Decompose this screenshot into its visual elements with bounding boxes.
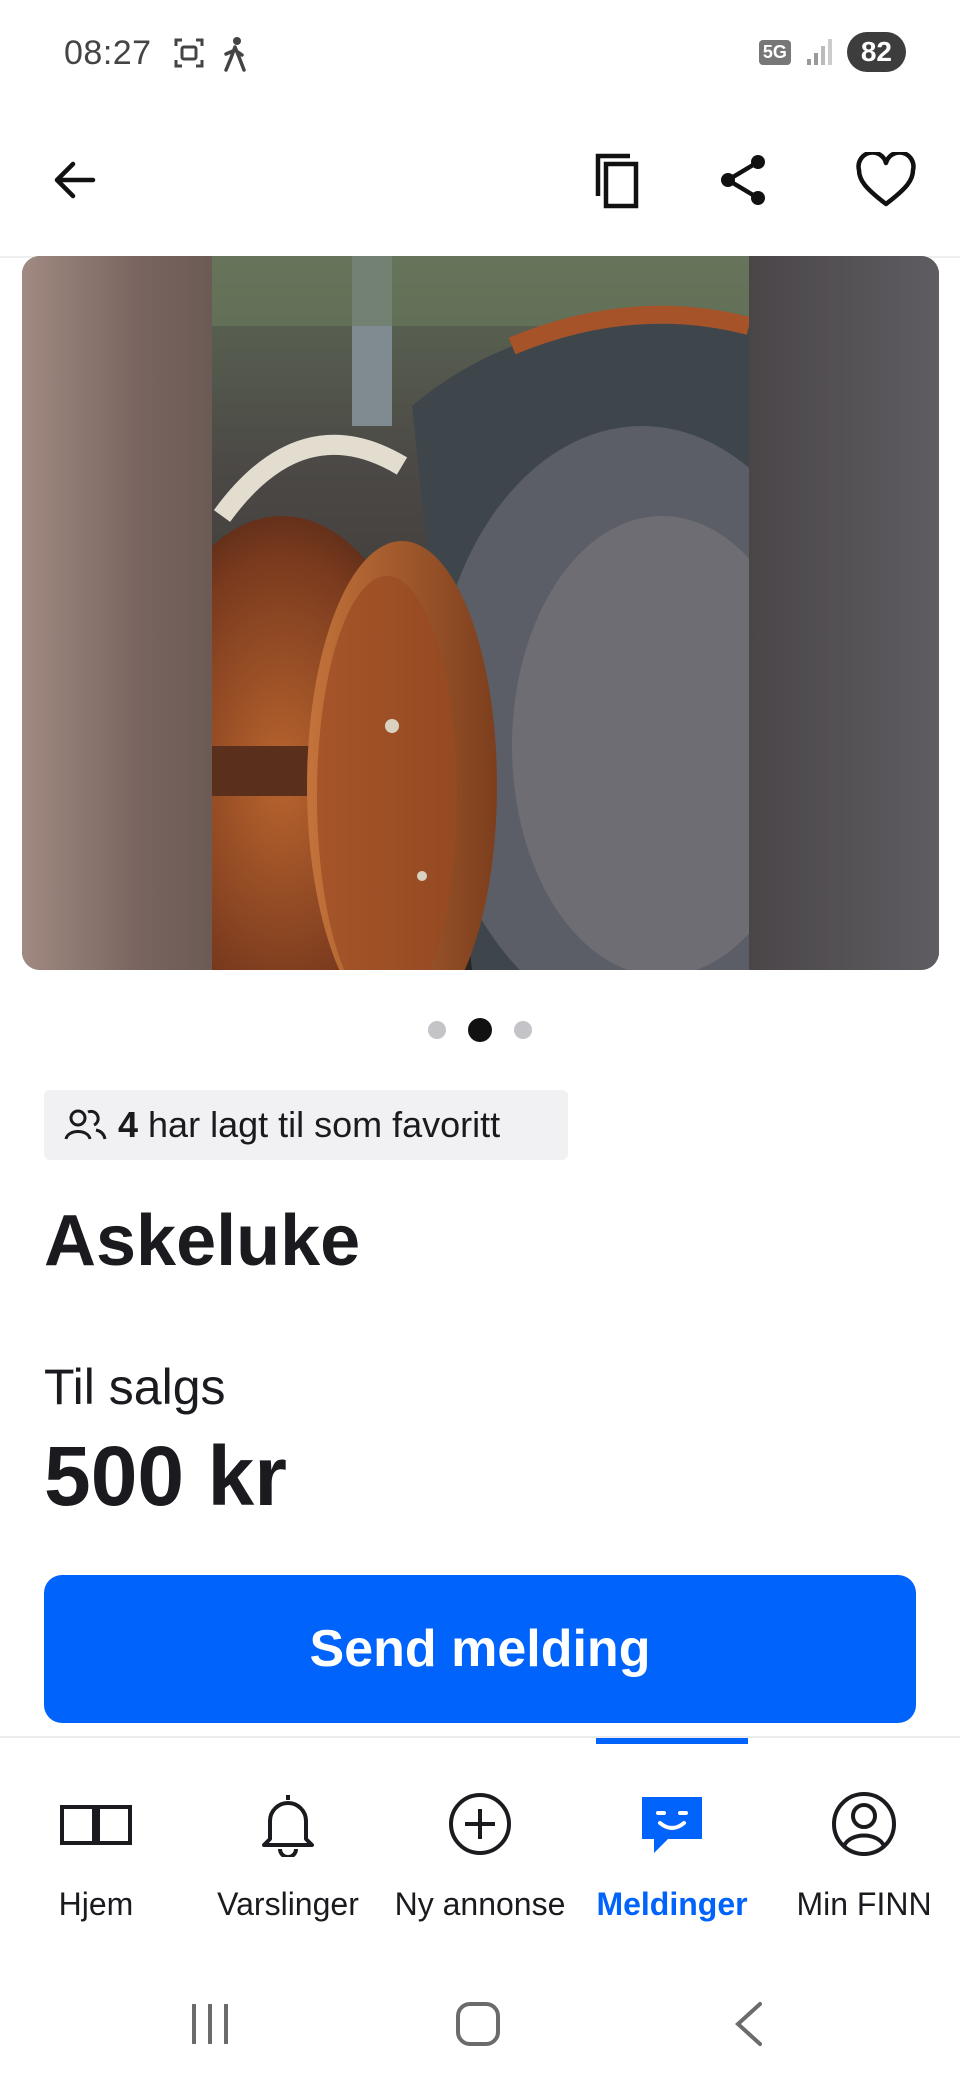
network-5g-icon: 5G [758,39,791,65]
pagination-dot[interactable] [428,1021,446,1039]
favorites-text: har lagt til som favoritt [148,1104,501,1145]
sale-type-label: Til salgs [44,1359,226,1415]
nav-label: Hjem [58,1886,134,1922]
gallery-pagination [0,1018,960,1042]
status-time: 08:27 [64,34,152,72]
pagination-dot-active[interactable] [468,1018,492,1042]
pagination-dot[interactable] [514,1021,532,1039]
active-tab-indicator [596,1738,748,1744]
book-icon [60,1805,132,1845]
people-icon [64,1109,107,1140]
battery-indicator: 82 [846,32,906,72]
nav-item-meldinger[interactable]: Meldinger [576,1738,768,1968]
home-button[interactable] [438,1996,518,2052]
nav-item-ny-annonse[interactable]: Ny annonse [384,1738,576,1968]
listing-title: Askeluke [44,1201,361,1281]
nav-label: Meldinger [596,1886,748,1922]
share-button[interactable] [704,140,784,220]
walking-icon [224,37,246,72]
photo-rusty-ash-door [212,256,749,970]
copy-button[interactable] [578,140,658,220]
arrow-left-icon [54,161,96,199]
chevron-left-icon [735,2002,762,2046]
gallery-blur-right [749,256,939,970]
share-icon [721,155,765,205]
back-button[interactable] [34,140,114,220]
listing-price: 500 kr [44,1429,287,1523]
nav-item-hjem[interactable]: Hjem [0,1738,192,1968]
nav-label: Min FINN [796,1886,932,1922]
plus-circle-icon [449,1793,511,1855]
status-bar: 08:27 5G 82 [0,0,960,110]
image-gallery[interactable] [22,256,939,970]
favorite-button[interactable] [846,140,926,220]
heart-icon [856,152,916,207]
recent-apps-icon [192,2004,228,2044]
recent-apps-button[interactable] [170,1996,250,2052]
listing-photo[interactable] [212,256,749,970]
nav-item-varslinger[interactable]: Varslinger [192,1738,384,1968]
chat-icon [642,1797,702,1853]
favorites-badge: 4 har lagt til som favoritt [44,1090,568,1160]
copy-icon [595,153,639,209]
nav-item-min-finn[interactable]: Min FINN [768,1738,960,1968]
profile-icon [832,1792,896,1856]
send-message-button[interactable]: Send melding [44,1575,916,1723]
top-app-bar [0,110,960,258]
bell-icon [262,1795,314,1857]
bottom-navigation: Hjem Varslinger Ny annonse Meldinger Min… [0,1736,960,1968]
nav-label: Ny annonse [394,1886,566,1922]
signal-icon [806,39,832,65]
home-square-icon [456,2002,500,2046]
screenshot-icon [174,38,204,68]
gallery-blur-left [22,256,212,970]
favorites-count: 4 [118,1104,139,1145]
nav-label: Varslinger [217,1886,359,1922]
system-navigation-bar [0,1966,960,2080]
system-back-button[interactable] [708,1996,788,2052]
